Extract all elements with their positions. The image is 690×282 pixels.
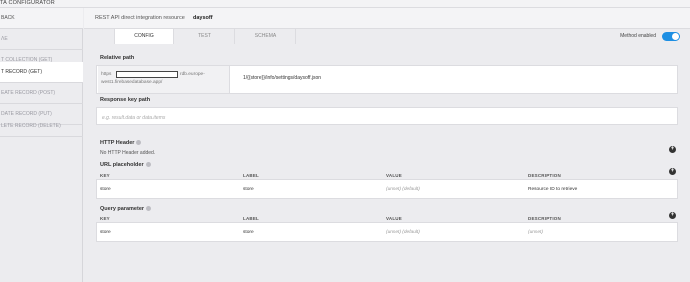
cell-description: (unset) — [528, 230, 543, 235]
http-header-label: HTTP Header — [100, 140, 142, 146]
cell-value: (unset) (default) — [386, 187, 420, 192]
response-key-path-input[interactable]: e.g. result.data or data.items — [96, 107, 678, 125]
response-key-path-label: Response key path — [100, 97, 151, 103]
column-header-label: LABEL — [243, 173, 259, 178]
tab-test[interactable]: TEST — [175, 29, 235, 44]
base-url-prefix: https rdb.europe- west1.firebasedatabase… — [98, 66, 230, 93]
add-query-parameter-button[interactable]: + — [669, 212, 676, 219]
relative-path-input[interactable]: 1/{{store}}/info/settings/daysoff.json — [243, 75, 321, 81]
relative-path-label: Relative path — [100, 55, 135, 61]
relative-path-field[interactable]: https rdb.europe- west1.firebasedatabase… — [96, 65, 678, 94]
table-row[interactable]: store store (unset) (default) Resource I… — [96, 179, 678, 199]
column-header-description: DESCRIPTION — [528, 173, 561, 178]
app-title: TA CONFIGURATOR — [0, 0, 55, 6]
base-url-host: west1.firebasedatabase.app/ — [101, 80, 163, 85]
cell-description: Resource ID to retrieve — [528, 187, 578, 192]
method-enabled-toggle[interactable] — [662, 32, 680, 41]
query-parameter-label: Query parameter — [100, 206, 152, 212]
resource-name: daysoff — [193, 15, 213, 21]
tab-config[interactable]: CONFIG — [114, 29, 174, 44]
toggle-knob — [672, 33, 679, 40]
resource-header: REST API direct integration resource day… — [84, 8, 690, 29]
config-panel: Relative path https rdb.europe- west1.fi… — [84, 44, 690, 282]
cell-value: (unset) (default) — [386, 230, 420, 235]
info-icon — [146, 206, 152, 212]
tab-bar: CONFIG TEST SCHEMA Method enabled — [84, 29, 690, 44]
info-icon — [145, 162, 151, 168]
cell-label: store — [243, 230, 254, 235]
info-icon — [136, 140, 142, 146]
column-header-description: DESCRIPTION — [528, 216, 561, 221]
redacted-block — [116, 71, 178, 78]
sidebar-item-create-record[interactable]: EATE RECORD (POST) — [0, 83, 83, 104]
cell-label: store — [243, 187, 254, 192]
column-header-value: VALUE — [386, 216, 402, 221]
column-header-key: KEY — [100, 173, 110, 178]
base-url-region: rdb.europe- — [180, 72, 205, 77]
add-url-placeholder-button[interactable]: + — [669, 168, 676, 175]
method-enabled-label: Method enabled — [620, 33, 656, 39]
base-url-scheme: https — [101, 72, 112, 77]
sidebar: BACK ΛE T COLLECTION (GET) T RECORD (GET… — [0, 8, 83, 282]
sidebar-item-delete-record[interactable]: LETE RECORD (DELETE) — [0, 116, 83, 137]
sidebar-item-base[interactable]: ΛE — [0, 29, 83, 50]
method-enabled-control: Method enabled — [600, 32, 680, 42]
add-http-header-button[interactable]: + — [669, 146, 676, 153]
response-key-path-placeholder: e.g. result.data or data.items — [102, 115, 166, 121]
column-header-key: KEY — [100, 216, 110, 221]
table-row[interactable]: store store (unset) (default) (unset) — [96, 222, 678, 242]
column-header-value: VALUE — [386, 173, 402, 178]
sidebar-item-get-record[interactable]: T RECORD (GET) — [0, 62, 83, 83]
cell-key: store — [100, 230, 111, 235]
app-title-bar: TA CONFIGURATOR — [0, 0, 690, 8]
url-placeholder-label: URL placeholder — [100, 162, 151, 168]
http-header-empty-text: No HTTP Header added. — [100, 150, 156, 156]
column-header-label: LABEL — [243, 216, 259, 221]
sidebar-back-button[interactable]: BACK — [0, 8, 83, 29]
resource-type-label: REST API direct integration resource — [95, 15, 185, 21]
tab-schema[interactable]: SCHEMA — [236, 29, 296, 44]
cell-key: store — [100, 187, 111, 192]
